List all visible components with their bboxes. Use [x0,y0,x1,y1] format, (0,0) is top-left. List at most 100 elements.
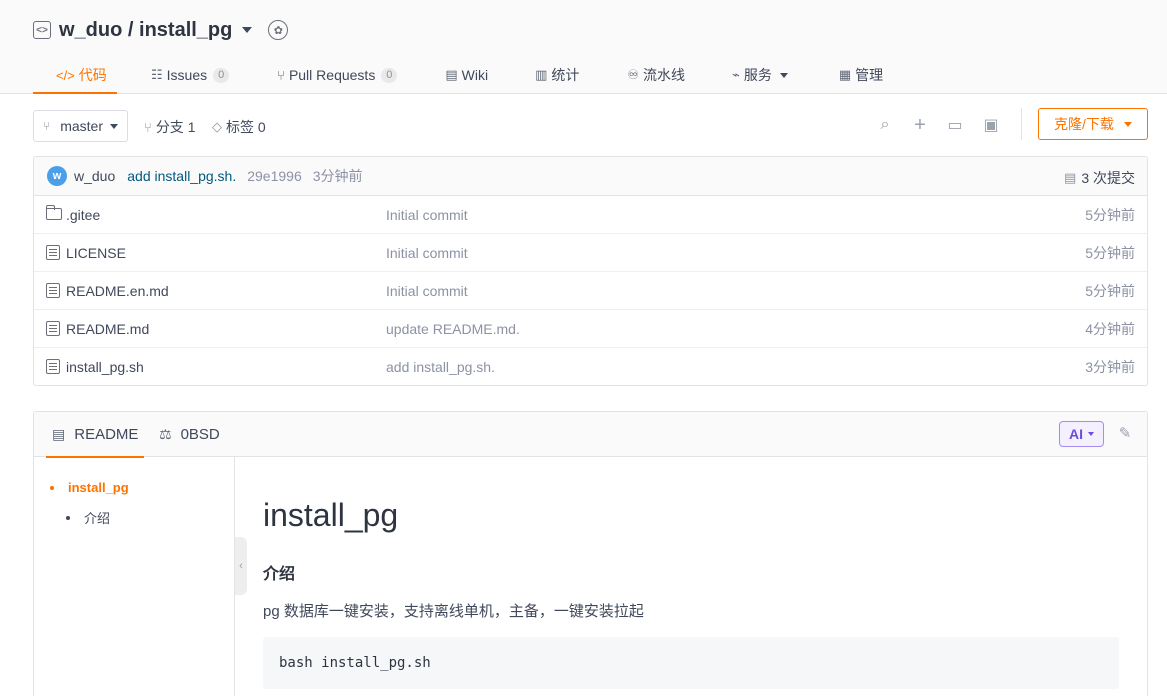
search-icon[interactable]: ⌕ [875,115,895,135]
issues-icon: ☷ [151,67,163,82]
pull-requests-count-badge: 0 [381,67,398,83]
file-name-link[interactable]: README.en.md [66,283,169,299]
file-row: README.en.md Initial commit 5分钟前 [34,272,1147,310]
tab-services[interactable]: ⌁ 服务 [732,56,788,94]
file-name-link[interactable]: LICENSE [66,245,126,261]
branch-icon: ⑂ [43,119,51,133]
toc-collapse-chevron-left-icon[interactable]: ‹ [235,537,247,595]
latest-commit-bar: w w_duo add install_pg.sh. 29e1996 3分钟前 … [34,157,1147,196]
repo-title-bar: <> w_duo / install_pg ✿ [33,16,289,44]
file-commit-message-link[interactable]: Initial commit [386,207,468,223]
repo-tabs: </> 代码 ☷ Issues 0 ⑂ Pull Requests 0 ▤ Wi… [33,56,883,94]
file-commit-message-link[interactable]: add install_pg.sh. [386,359,495,375]
commit-count-link[interactable]: ▤ 3 次提交 [1064,168,1135,188]
file-commit-time: 5分钟前 [1085,282,1135,299]
ai-chevron-down-icon [1088,432,1094,436]
tags-link[interactable]: ◇ 标签 0 [212,117,266,137]
tab-manage-label: 管理 [855,67,884,83]
branch-icon: ⑂ [144,119,152,135]
toc-bullet [50,485,54,490]
tab-license-label: 0BSD [180,426,220,443]
tab-pipeline-label: 流水线 [643,67,686,83]
readme-code-block: bash install_pg.sh [263,637,1119,689]
readme-heading-2: 介绍 [263,566,296,583]
file-row: .gitee Initial commit 5分钟前 [34,196,1147,234]
tab-code[interactable]: </> 代码 [33,56,117,94]
toc-item-intro[interactable]: 介绍 [66,508,110,527]
repo-menu-chevron-down-icon[interactable] [242,27,253,33]
commit-hash-link[interactable]: 29e1996 [247,168,302,184]
tab-stats[interactable]: ▥ 统计 [535,56,579,94]
toolbar-divider [1021,108,1022,140]
tags-label: 标签 0 [226,119,266,135]
file-commit-message-link[interactable]: Initial commit [386,245,468,261]
code-icon: </> [56,67,75,83]
commit-count-label: 3 次提交 [1081,170,1135,186]
file-doc-icon [46,283,60,298]
file-row: LICENSE Initial commit 5分钟前 [34,234,1147,272]
file-commit-message-link[interactable]: Initial commit [386,283,468,299]
web-ide-monitor-icon[interactable]: ▭ [945,115,965,135]
terminal-icon[interactable]: ▣ [981,115,1001,135]
readme-doc-icon: ▤ [52,426,66,442]
tab-wiki-label: Wiki [461,67,489,83]
file-commit-time: 4分钟前 [1085,320,1135,337]
toc-item-label: 介绍 [84,511,111,526]
commits-doc-icon: ▤ [1064,170,1077,185]
manage-doc-icon: ▦ [838,67,852,82]
tab-code-label: 代码 [78,67,107,83]
ai-assistant-button[interactable]: AI [1059,421,1104,447]
branches-link[interactable]: ⑂ 分支 1 [144,117,196,137]
repo-name-link[interactable]: install_pg [139,19,232,42]
file-doc-icon [46,359,60,374]
repo-owner-link[interactable]: w_duo [59,19,122,42]
edit-icon[interactable]: ✎ [1117,425,1133,442]
tab-services-label: 服务 [743,67,772,83]
tab-readme[interactable]: ▤ README [46,412,144,458]
readme-heading-1: install_pg [263,497,399,533]
issues-count-badge: 0 [213,67,230,83]
branches-label: 分支 1 [155,119,196,135]
tab-readme-label: README [74,426,139,443]
commit-message-link[interactable]: add install_pg.sh. [127,168,236,184]
file-name-link[interactable]: README.md [66,321,149,337]
avatar[interactable]: w [47,166,67,186]
ai-label: AI [1069,426,1083,442]
toc-bullet [66,515,70,520]
readme-header: ▤ README ⚖ 0BSD AI ✎ [34,412,1147,458]
repo-separator: / [122,18,140,41]
tab-wiki[interactable]: ▤ Wiki [445,56,488,94]
file-list: w w_duo add install_pg.sh. 29e1996 3分钟前 … [33,156,1148,386]
file-commit-time: 5分钟前 [1085,206,1135,223]
recommend-badge-icon[interactable]: ✿ [268,20,289,40]
tab-issues[interactable]: ☷ Issues 0 [151,56,230,94]
file-commit-message-link[interactable]: update README.md. [386,321,520,337]
code-text: bash install_pg.sh [279,655,431,671]
branch-selector[interactable]: ⑂ master [33,110,128,142]
tab-manage[interactable]: ▦ 管理 [839,56,883,94]
code-repo-icon: <> [33,21,51,39]
file-name-link[interactable]: install_pg.sh [66,359,144,375]
toc-item-install-pg[interactable]: install_pg [50,480,129,495]
scale-icon: ⚖ [159,426,172,442]
toc-item-label: install_pg [68,480,129,495]
readme-paragraph: pg 数据库一键安装，支持离线单机，主备，一键安装拉起 [263,603,644,620]
folder-icon [45,205,62,220]
clone-download-button[interactable]: 克隆/下载 [1038,108,1148,140]
pipeline-icon: ♾ [627,67,640,82]
tab-license[interactable]: ⚖ 0BSD [159,412,220,457]
file-doc-icon [46,245,60,260]
clone-download-label: 克隆/下载 [1054,116,1114,132]
tab-pull-requests[interactable]: ⑂ Pull Requests 0 [277,56,398,94]
pull-request-icon: ⑂ [277,67,285,83]
readme-toc: install_pg 介绍 [34,457,235,696]
services-chevron-down-icon [779,72,788,78]
branch-name: master [60,118,103,134]
add-file-plus-icon[interactable]: + [910,114,930,136]
file-name-link[interactable]: .gitee [66,207,100,223]
commit-time: 3分钟前 [312,168,363,184]
commit-author-link[interactable]: w_duo [74,168,115,184]
tab-pipeline[interactable]: ♾ 流水线 [627,56,685,94]
tab-stats-label: 统计 [551,67,580,83]
branch-chevron-down-icon [110,123,118,129]
